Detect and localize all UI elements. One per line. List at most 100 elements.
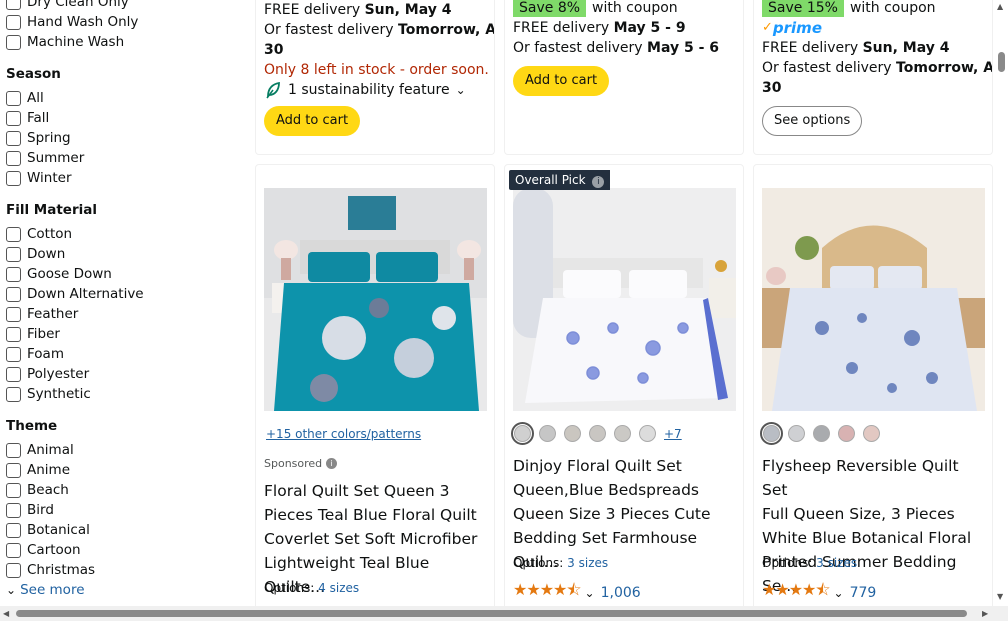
checkbox[interactable]: [6, 0, 21, 10]
swatch[interactable]: [589, 425, 606, 442]
filter-hand-wash-only[interactable]: Hand Wash Only: [0, 12, 240, 32]
more-swatches-link[interactable]: +7: [664, 427, 682, 441]
blue-floral-quilt-image: [513, 188, 736, 411]
filter-fill-foam[interactable]: Foam: [0, 344, 240, 364]
checkbox[interactable]: [6, 14, 21, 30]
chevron-down-icon: ⌄: [455, 83, 466, 97]
see-options-button[interactable]: See options: [762, 106, 863, 136]
checkbox[interactable]: [6, 386, 21, 402]
scroll-left-arrow-icon[interactable]: ◀: [3, 609, 9, 618]
checkbox[interactable]: [6, 366, 21, 382]
options-info: Options: 4 sizes: [264, 581, 360, 595]
filter-fill-goose-down[interactable]: Goose Down: [0, 264, 240, 284]
chevron-down-icon[interactable]: ⌄: [585, 586, 595, 600]
swatch[interactable]: [863, 425, 880, 442]
checkbox[interactable]: [6, 246, 21, 262]
scroll-down-arrow-icon[interactable]: ▼: [997, 592, 1003, 601]
sponsored-label: Sponsored: [264, 457, 323, 470]
checkbox[interactable]: [6, 346, 21, 362]
product-image[interactable]: [513, 188, 736, 411]
filter-fill-fiber[interactable]: Fiber: [0, 324, 240, 344]
checkbox[interactable]: [6, 522, 21, 538]
swatch[interactable]: [614, 425, 631, 442]
filter-dry-clean-only[interactable]: Dry Clean Only: [0, 0, 240, 12]
filter-sidebar: Dry Clean Only Hand Wash Only Machine Wa…: [0, 0, 240, 600]
swatch[interactable]: [838, 425, 855, 442]
sustainability-feature[interactable]: 1 sustainability feature ⌄: [264, 80, 494, 100]
swatch[interactable]: [511, 422, 534, 445]
add-to-cart-button[interactable]: Add to cart: [264, 106, 361, 136]
filter-fill-down-alternative[interactable]: Down Alternative: [0, 284, 240, 304]
checkbox[interactable]: [6, 462, 21, 478]
coupon-info: Save 8% with coupon: [513, 0, 719, 18]
checkbox[interactable]: [6, 170, 21, 186]
swatch[interactable]: [564, 425, 581, 442]
filter-fill-polyester[interactable]: Polyester: [0, 364, 240, 384]
horizontal-scrollbar[interactable]: ◀ ▶: [0, 606, 1008, 621]
fastest-delivery-info: Or fastest delivery May 5 - 6: [513, 40, 720, 56]
checkbox[interactable]: [6, 482, 21, 498]
filter-theme-beach[interactable]: Beach: [0, 480, 240, 500]
star-rating-icon[interactable]: ★★★★⯪: [762, 579, 831, 606]
leaf-icon: [266, 81, 280, 99]
filter-fill-down[interactable]: Down: [0, 244, 240, 264]
filter-theme-cartoon[interactable]: Cartoon: [0, 540, 240, 560]
checkbox[interactable]: [6, 442, 21, 458]
scroll-thumb[interactable]: [16, 610, 967, 617]
filter-machine-wash[interactable]: Machine Wash: [0, 32, 240, 52]
swatch[interactable]: [813, 425, 830, 442]
filter-theme-botanical[interactable]: Botanical: [0, 520, 240, 540]
product-image[interactable]: [762, 188, 985, 411]
filter-season-winter[interactable]: Winter: [0, 168, 240, 188]
checkbox[interactable]: [6, 266, 21, 282]
checkbox[interactable]: [6, 306, 21, 322]
swatch[interactable]: [639, 425, 656, 442]
color-swatches: [760, 422, 888, 445]
chevron-down-icon[interactable]: ⌄: [834, 586, 844, 600]
swatch[interactable]: [788, 425, 805, 442]
swatch[interactable]: [539, 425, 556, 442]
filter-season-summer[interactable]: Summer: [0, 148, 240, 168]
scroll-thumb[interactable]: [998, 52, 1005, 72]
scroll-right-arrow-icon[interactable]: ▶: [982, 609, 988, 618]
sizes-link[interactable]: 3 sizes: [816, 556, 857, 570]
checkbox[interactable]: [6, 326, 21, 342]
add-to-cart-button[interactable]: Add to cart: [513, 66, 610, 96]
filter-season-all[interactable]: All: [0, 88, 240, 108]
checkbox[interactable]: [6, 226, 21, 242]
sizes-link[interactable]: 3 sizes: [567, 556, 608, 570]
checkbox[interactable]: [6, 130, 21, 146]
star-rating-icon[interactable]: ★★★★⯪: [513, 579, 582, 606]
filter-theme-anime[interactable]: Anime: [0, 460, 240, 480]
filter-theme-bird[interactable]: Bird: [0, 500, 240, 520]
info-icon[interactable]: i: [326, 458, 338, 469]
checkbox[interactable]: [6, 542, 21, 558]
checkbox[interactable]: [6, 110, 21, 126]
see-more-link[interactable]: ⌄ See more: [0, 580, 240, 600]
checkbox[interactable]: [6, 562, 21, 578]
sizes-link[interactable]: 4 sizes: [318, 581, 359, 595]
filter-fill-feather[interactable]: Feather: [0, 304, 240, 324]
info-icon[interactable]: i: [592, 176, 605, 188]
filter-theme-animal[interactable]: Animal: [0, 440, 240, 460]
filter-season-spring[interactable]: Spring: [0, 128, 240, 148]
rating-count-link[interactable]: 779: [850, 585, 877, 601]
checkbox[interactable]: [6, 286, 21, 302]
product-image[interactable]: [264, 188, 487, 411]
rating-row: ★★★★⯪ ⌄ 779: [762, 579, 876, 606]
scroll-up-arrow-icon[interactable]: ▲: [997, 2, 1003, 11]
checkbox[interactable]: [6, 90, 21, 106]
other-colors-link[interactable]: +15 other colors/patterns: [266, 427, 421, 441]
rating-count-link[interactable]: 1,006: [601, 585, 641, 601]
vertical-scrollbar[interactable]: ▲ ▼: [994, 0, 1008, 606]
filter-fill-synthetic[interactable]: Synthetic: [0, 384, 240, 404]
filter-season-fall[interactable]: Fall: [0, 108, 240, 128]
filter-theme-christmas[interactable]: Christmas: [0, 560, 240, 580]
checkbox[interactable]: [6, 34, 21, 50]
checkbox[interactable]: [6, 502, 21, 518]
product-title[interactable]: Flysheep Reversible Quilt Set Full Queen…: [762, 454, 988, 598]
fastest-delivery-info: Or fastest delivery Tomorrow, Apr: [762, 60, 993, 76]
checkbox[interactable]: [6, 150, 21, 166]
filter-fill-cotton[interactable]: Cotton: [0, 224, 240, 244]
swatch[interactable]: [760, 422, 783, 445]
